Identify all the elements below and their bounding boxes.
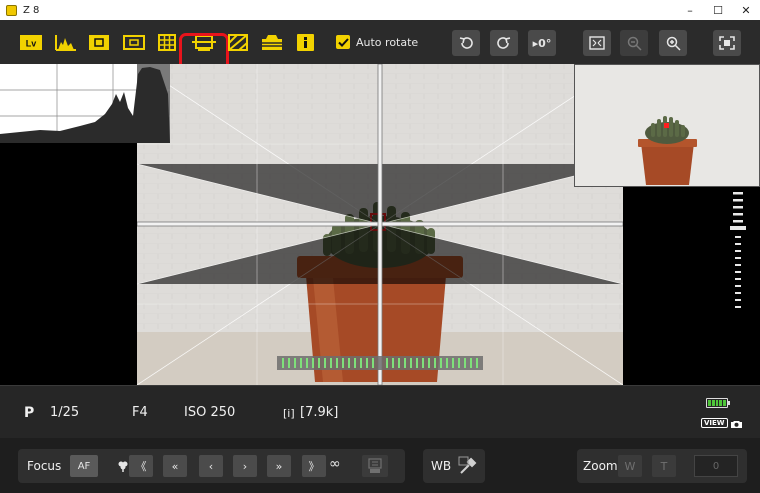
live-view-label: Lv [26, 39, 37, 49]
battery-icon [706, 398, 730, 408]
zoom-value-field[interactable]: 0 [694, 455, 738, 477]
aperture-value: F4 [132, 405, 148, 420]
info-display-button[interactable] [297, 34, 314, 51]
focus-frame-icon [89, 35, 109, 50]
view-mode-badge: VIEW [701, 418, 742, 428]
zebra-stripes-icon [228, 34, 248, 51]
picture-control-button[interactable] [261, 34, 283, 51]
white-balance-controls: WB [423, 449, 485, 483]
grid-icon [158, 34, 176, 51]
zebra-display-button[interactable] [228, 34, 248, 51]
zoom-wide-button[interactable]: W [618, 455, 642, 477]
zoom-label: Zoom [583, 459, 618, 473]
check-icon [337, 37, 349, 47]
grid-display-button[interactable] [158, 34, 176, 51]
rotation-angle-button[interactable]: ▸0° [528, 30, 556, 56]
focus-point-button[interactable] [89, 34, 109, 51]
focus-far-medium-button[interactable]: » [267, 455, 291, 477]
focus-near-fast-button[interactable]: 《 [129, 455, 153, 477]
fullscreen-icon [719, 36, 735, 50]
auto-rotate-toggle[interactable]: Auto rotate [336, 35, 418, 49]
histogram-graph [0, 64, 170, 143]
auto-rotate-label: Auto rotate [356, 35, 419, 49]
focus-controls: Focus AF 《 « ‹ › » 》 ∞ [18, 449, 405, 483]
info-icon [297, 34, 314, 51]
exposure-mode: P [24, 405, 35, 421]
camera-top-icon [262, 35, 282, 50]
navigator-thumbnail-image [575, 65, 759, 186]
window-title-bar: Z 8 – ☐ ✕ [0, 0, 760, 20]
autofocus-button[interactable]: AF [70, 455, 98, 477]
live-view-image[interactable] [137, 64, 623, 385]
macro-flower-icon [118, 461, 128, 472]
focus-off-button[interactable] [362, 455, 388, 477]
zoom-in-icon [666, 36, 681, 51]
view-mode-label: VIEW [701, 418, 728, 428]
wb-label: WB [431, 459, 452, 473]
maximize-button[interactable]: ☐ [704, 0, 732, 20]
rotate-left-icon [459, 37, 473, 49]
histogram-icon [55, 35, 76, 51]
focus-far-fast-button[interactable]: 》 [302, 455, 326, 477]
camera-icon [730, 420, 742, 428]
navigator-thumbnail[interactable] [574, 64, 760, 187]
rotation-angle-label: ▸0° [532, 36, 552, 50]
window-title: Z 8 [23, 4, 40, 16]
fullscreen-button[interactable] [713, 30, 741, 56]
histogram-panel [0, 64, 170, 143]
focus-far-slow-button[interactable]: › [233, 455, 257, 477]
toolbar: Lv Auto rotate ▸0° [0, 20, 760, 74]
shots-remaining-icon: [i] [283, 407, 295, 420]
zoom-in-button[interactable] [659, 30, 687, 56]
iso-value: ISO 250 [184, 405, 236, 420]
rotate-left-button[interactable] [452, 30, 480, 56]
live-view-button[interactable]: Lv [20, 34, 42, 51]
zoom-controls: Zoom W T 0 [577, 449, 747, 483]
rotate-right-button[interactable] [490, 30, 518, 56]
minimize-button[interactable]: – [676, 0, 704, 20]
shutter-speed: 1/25 [50, 405, 80, 420]
fit-screen-icon [589, 36, 605, 50]
eyedropper-icon [458, 456, 477, 474]
live-view-scene [137, 64, 623, 385]
zoom-out-button[interactable] [620, 30, 648, 56]
focus-off-icon [368, 458, 382, 473]
close-button[interactable]: ✕ [732, 0, 760, 20]
af-area-button[interactable] [123, 34, 145, 51]
zoom-out-icon [627, 36, 642, 51]
live-view-icon: Lv [20, 35, 42, 50]
zoom-tele-button[interactable]: T [652, 455, 676, 477]
rotate-right-icon [497, 37, 511, 49]
wb-picker-button[interactable] [457, 455, 479, 477]
focus-label: Focus [27, 459, 62, 473]
live-view-area [0, 64, 760, 385]
af-area-icon [123, 35, 145, 50]
vertical-level-meter-scale [730, 192, 746, 308]
focus-near-medium-button[interactable]: « [163, 455, 187, 477]
control-bar: Focus AF 《 « ‹ › » 》 ∞ WB Zoom W T 0 [0, 438, 760, 493]
shooting-info-bar: P 1/25 F4 ISO 250 [i] [7.9k] [0, 385, 760, 438]
window-controls: – ☐ ✕ [676, 0, 760, 20]
shots-remaining: [7.9k] [300, 405, 339, 420]
auto-rotate-checkbox[interactable] [336, 35, 350, 49]
app-logo-icon [6, 4, 17, 16]
histogram-toggle-button[interactable] [55, 34, 77, 51]
focus-near-slow-button[interactable]: ‹ [199, 455, 223, 477]
infinity-icon: ∞ [329, 456, 341, 472]
vertical-level-meter [730, 192, 746, 312]
fit-to-window-button[interactable] [583, 30, 611, 56]
